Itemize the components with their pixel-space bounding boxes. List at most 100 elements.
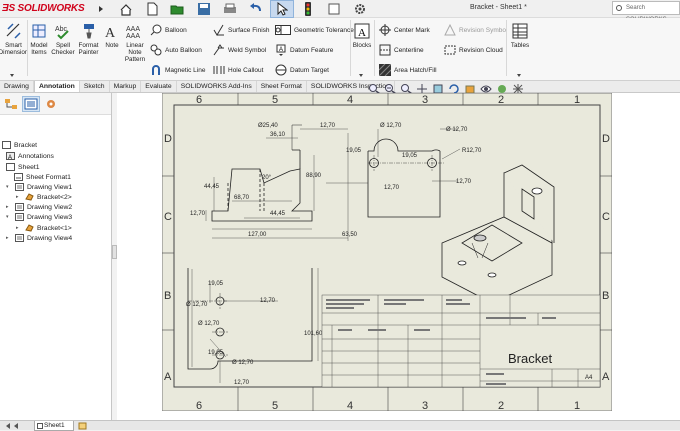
drawing-view-icon [15, 213, 24, 221]
tree-label: Drawing View3 [27, 213, 73, 221]
tree-item-bracket2[interactable]: ▸ Bracket<2> [16, 193, 72, 201]
tree-item-drawing-view4[interactable]: ▸ Drawing View4 [6, 234, 72, 242]
open-icon[interactable] [166, 0, 190, 18]
weld-symbol-icon [213, 44, 224, 56]
new-document-icon[interactable] [140, 0, 164, 18]
centerline-icon [379, 44, 391, 56]
spell-checker-button[interactable]: Abc Spell Checker [51, 22, 75, 56]
tables-dropdown-icon[interactable] [517, 74, 521, 77]
rebuild-icon[interactable] [296, 0, 320, 18]
magnetic-line-button[interactable]: Magnetic Line [150, 63, 205, 77]
dim-text: 19,05 [402, 153, 418, 159]
tree-item-annotations[interactable]: A Annotations [6, 152, 54, 160]
geometric-tolerance-button[interactable]: Geometric Tolerance [275, 23, 354, 37]
tree-label: Sheet1 [18, 163, 40, 171]
home-icon[interactable] [114, 0, 138, 18]
display-manager-tab-icon[interactable] [42, 96, 60, 112]
options-gear-icon[interactable] [348, 0, 372, 18]
tree-item-drawing-view1[interactable]: ▾ Drawing View1 [6, 183, 72, 191]
svg-text:AAA: AAA [126, 26, 140, 33]
blocks-dropdown-icon[interactable] [359, 74, 363, 77]
tab-sketch[interactable]: Sketch [80, 81, 110, 92]
centerline-button[interactable]: Centerline [379, 43, 424, 57]
smart-dimension-dropdown-icon[interactable] [10, 74, 14, 77]
undo-icon[interactable] [244, 0, 268, 18]
smart-dimension-icon [6, 23, 21, 39]
revision-symbol-button[interactable]: Revision Symbol [444, 23, 507, 37]
datum-feature-button[interactable]: A Datum Feature [275, 43, 333, 57]
collapse-caret-icon[interactable]: ▸ [16, 225, 22, 231]
save-icon[interactable] [192, 0, 216, 18]
datum-target-button[interactable]: Datum Target [275, 63, 329, 77]
collapse-caret-icon[interactable]: ▸ [6, 235, 12, 241]
surface-finish-button[interactable]: Surface Finish [213, 23, 270, 37]
note-button[interactable]: A Note [102, 22, 122, 49]
collapse-caret-icon[interactable]: ▸ [16, 194, 22, 200]
format-painter-icon [83, 24, 94, 39]
auto-balloon-button[interactable]: Auto Balloon [150, 43, 202, 57]
dim-text: 19,05 [346, 148, 362, 154]
tree-item-bracket1[interactable]: ▸ Bracket<1> [16, 224, 72, 232]
sheet-tab-icon [37, 423, 43, 429]
zone-label-c-left: C [164, 211, 172, 223]
part-icon [25, 224, 34, 232]
tab-annotation[interactable]: Annotation [33, 81, 80, 92]
area-hatch-fill-button[interactable]: Area Hatch/Fill [379, 63, 437, 77]
dim-text: Ø 12,70 [198, 321, 220, 327]
add-sheet-icon[interactable] [78, 422, 88, 430]
tab-sheet-format[interactable]: Sheet Format [257, 81, 307, 92]
dim-text: 127,00 [248, 232, 267, 238]
revision-cloud-button[interactable]: Revision Cloud [444, 43, 503, 57]
tree-item-bracket[interactable]: Bracket [2, 141, 37, 149]
document-title: Bracket - Sheet1 * [470, 4, 527, 11]
print-icon[interactable] [218, 0, 242, 18]
drawing-doc-icon [2, 141, 11, 149]
sheet-nav-arrows-icon[interactable] [4, 422, 28, 430]
datum-target-icon [275, 64, 287, 76]
file-properties-icon[interactable] [322, 0, 346, 18]
center-mark-button[interactable]: Center Mark [379, 23, 430, 37]
dim-text: R12,70 [462, 148, 482, 154]
model-items-icon [32, 24, 46, 38]
tables-button[interactable]: Tables [508, 22, 532, 49]
collapse-caret-icon[interactable]: ▸ [6, 204, 12, 210]
dim-text: 20° [262, 175, 272, 181]
tree-item-drawing-view3[interactable]: ▾ Drawing View3 [6, 213, 72, 221]
solidworks-logo[interactable]: ƎS SOLIDWORKS [2, 3, 85, 14]
center-mark-icon [379, 24, 391, 36]
model-items-button[interactable]: Model Items [29, 22, 49, 56]
expand-caret-icon[interactable]: ▾ [6, 214, 12, 220]
balloon-button[interactable]: Balloon [150, 23, 187, 37]
zone-label-b-right: B [602, 290, 609, 302]
part-icon [25, 193, 34, 201]
feature-tree-tab-icon[interactable] [2, 96, 20, 112]
linear-note-pattern-button[interactable]: AAA AAA Linear Note Pattern [123, 22, 147, 63]
format-painter-button[interactable]: Format Painter [76, 22, 101, 56]
svg-text:A: A [358, 27, 366, 39]
tab-evaluate[interactable]: Evaluate [141, 81, 177, 92]
smart-dimension-button[interactable]: Smart Dimension [0, 22, 28, 56]
drawing-sheet[interactable]: 6 5 4 3 2 1 6 5 4 3 2 1 D C B A D C B A … [162, 93, 612, 411]
select-icon[interactable] [270, 0, 294, 18]
dim-text: 19,05 [208, 281, 224, 287]
tab-markup[interactable]: Markup [110, 81, 142, 92]
revision-cloud-label: Revision Cloud [459, 46, 503, 54]
tree-item-drawing-view2[interactable]: ▸ Drawing View2 [6, 203, 72, 211]
expand-caret-icon[interactable]: ▾ [6, 184, 12, 190]
dim-text: Ø 12,70 [186, 302, 208, 308]
hole-callout-button[interactable]: Hole Callout [213, 63, 263, 77]
tree-item-sheet1[interactable]: Sheet1 [6, 163, 40, 171]
search-input[interactable]: Search SOLIDWORKS [612, 1, 680, 23]
tab-drawing[interactable]: Drawing [0, 81, 34, 92]
property-manager-tab-icon[interactable] [22, 95, 40, 112]
menu-expand-icon[interactable] [92, 0, 110, 18]
dim-text: Ø 12,70 [446, 127, 468, 133]
linear-note-pattern-icon: AAAAAA [126, 26, 140, 40]
tab-solidworks-add-ins[interactable]: SOLIDWORKS Add-Ins [177, 81, 257, 92]
geometric-tolerance-label: Geometric Tolerance [294, 26, 354, 34]
blocks-button[interactable]: A Blocks [352, 22, 372, 49]
tree-item-sheet-format1[interactable]: Sheet Format1 [14, 173, 71, 181]
balloon-icon [150, 24, 162, 36]
weld-symbol-button[interactable]: Weld Symbol [213, 43, 266, 57]
command-manager-ribbon: Smart Dimension Model Items Abc Spell Ch… [0, 18, 680, 81]
